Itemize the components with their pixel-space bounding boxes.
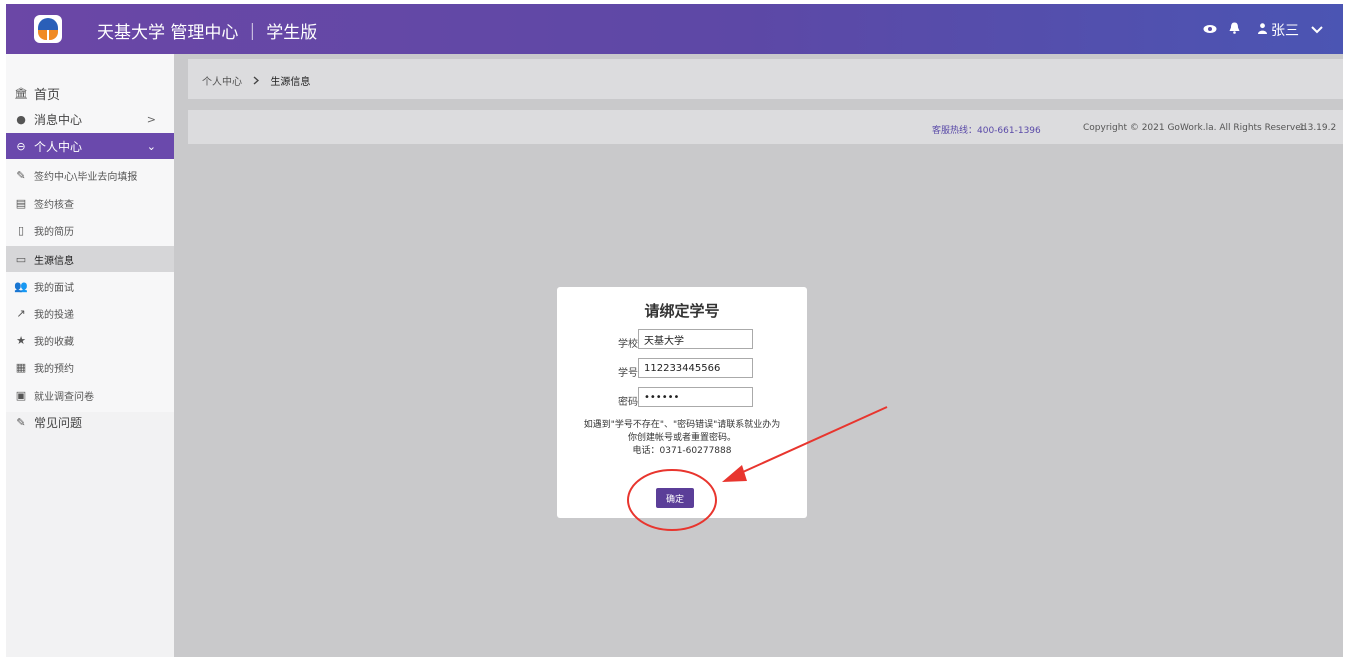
annotation-arrow-line bbox=[733, 406, 888, 477]
app-frame: 天基大学 管理中心 ｜ 学生版 张三 🏛 首页 ● 消息中心 > ⊖ 个人中心 … bbox=[6, 4, 1343, 657]
annotation-circle bbox=[627, 469, 717, 531]
annotation-arrow-head bbox=[722, 465, 747, 482]
annotation-overlay bbox=[627, 406, 888, 531]
